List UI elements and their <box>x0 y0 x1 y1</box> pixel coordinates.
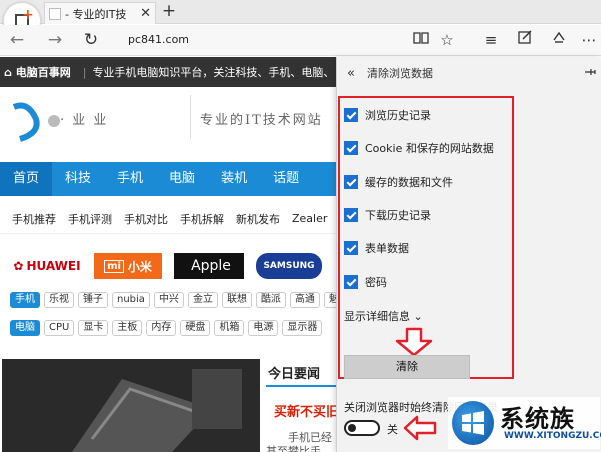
tag[interactable]: 高通 <box>289 292 320 308</box>
more-icon[interactable]: ⋯ <box>578 29 600 51</box>
option-label: 缓存的数据和文件 <box>365 176 453 189</box>
tag[interactable]: 手机 <box>10 292 40 308</box>
site-topbar-text: 专业手机电脑知识平台，关注科技、手机、电脑、 <box>92 66 335 79</box>
tag[interactable]: 乐视 <box>44 292 74 308</box>
checkbox[interactable] <box>344 108 358 122</box>
brand-apple[interactable]: Apple <box>174 253 244 279</box>
watermark-name: 系统族 <box>500 405 575 433</box>
new-tab-button[interactable]: + <box>160 1 178 23</box>
refresh-icon[interactable]: ↻ <box>80 29 102 51</box>
browser-tab[interactable]: - 专业的IT技 ✕ <box>44 2 156 24</box>
brand-samsung[interactable]: SAMSUNG <box>256 253 322 279</box>
nav-item[interactable]: 话题 <box>260 162 312 196</box>
option-cached-data[interactable]: 缓存的数据和文件 <box>344 170 453 194</box>
panel-title: 清除浏览数据 <box>366 67 433 80</box>
phone-tag-row: 手机 乐视 锤子 nubia 中兴 金立 联想 酷派 高通 魅 <box>10 292 348 310</box>
favicon-icon <box>49 7 61 20</box>
checkbox[interactable] <box>344 208 358 222</box>
tag[interactable]: 机箱 <box>214 320 245 336</box>
tag[interactable]: 主板 <box>112 320 143 336</box>
checkbox[interactable] <box>344 141 358 155</box>
brand-xiaomi[interactable]: mi 小米 <box>94 253 162 279</box>
tag[interactable]: 锤子 <box>78 292 108 308</box>
option-download-history[interactable]: 下载历史记录 <box>344 203 431 227</box>
back-chevron-icon[interactable]: « <box>347 66 355 81</box>
option-label: 下载历史记录 <box>365 209 431 222</box>
article-photo[interactable] <box>2 359 260 452</box>
tag[interactable]: 金立 <box>187 292 218 308</box>
nav-item[interactable]: 装机 <box>208 162 260 196</box>
always-clear-toggle[interactable] <box>344 420 380 436</box>
subnav-item[interactable]: 手机拆解 <box>180 211 224 227</box>
tag[interactable]: 联想 <box>221 292 252 308</box>
option-label: Cookie 和保存的网站数据 <box>365 142 494 155</box>
panel-header: « 清除浏览数据 <box>337 57 601 89</box>
checkbox[interactable] <box>344 175 358 189</box>
watermark-url: WWW.XITONGZU.COM <box>504 431 601 441</box>
arrow-down-icon <box>395 327 433 357</box>
nav-item[interactable]: 手机 <box>104 162 156 196</box>
banner-decoration: · 业 业 <box>60 113 109 128</box>
tag[interactable]: 显示器 <box>282 320 323 336</box>
tag[interactable]: nubia <box>112 292 150 308</box>
pc-tag-row: 电脑 CPU 显卡 主板 内存 硬盘 机箱 电源 显示器 <box>10 320 326 338</box>
subnav-item[interactable]: 新机发布 <box>236 211 280 227</box>
toggle-state-label: 关 <box>387 423 398 436</box>
nav-item[interactable]: 首页 <box>0 162 53 196</box>
close-tab-icon[interactable]: ✕ <box>140 6 151 21</box>
headline-link[interactable]: 买新不买旧 <box>274 401 339 420</box>
tab-title: - 专业的IT技 <box>65 7 127 21</box>
show-more-link[interactable]: 显示详细信息 ⌄ <box>344 308 423 324</box>
watermark: 系统族 WWW.XITONGZU.COM <box>448 397 601 449</box>
checkbox[interactable] <box>344 241 358 255</box>
option-cookies[interactable]: Cookie 和保存的网站数据 <box>344 136 494 160</box>
forward-icon[interactable]: → <box>44 29 66 51</box>
subnav-item[interactable]: Zealer <box>292 212 327 225</box>
windows-logo-icon <box>452 401 494 445</box>
option-browsing-history[interactable]: 浏览历史记录 <box>344 103 431 127</box>
headlines-title: 今日要闻 <box>268 367 321 382</box>
option-label: 表单数据 <box>365 242 409 255</box>
hub-icon[interactable]: ≡ <box>480 29 502 51</box>
tag[interactable]: 酷派 <box>255 292 286 308</box>
subnav-item[interactable]: 手机评测 <box>68 211 112 227</box>
tag[interactable]: 电源 <box>248 320 279 336</box>
clear-button[interactable]: 清除 <box>344 355 470 379</box>
site-home-link[interactable]: ⌂ 电脑百事网 <box>4 64 71 80</box>
option-passwords[interactable]: 密码 <box>344 270 387 294</box>
web-note-icon[interactable] <box>514 29 536 51</box>
tab-strip: - 专业的IT技 ✕ + <box>0 0 601 24</box>
brand-huawei[interactable]: ✿ HUAWEI <box>10 253 84 279</box>
tag[interactable]: 内存 <box>146 320 177 336</box>
headline-snippet: 甚至攀比手 <box>266 445 321 452</box>
share-icon[interactable] <box>548 29 570 51</box>
option-label: 浏览历史记录 <box>365 109 431 122</box>
clear-browsing-data-panel: « 清除浏览数据 浏览历史记录 Cookie 和保存的网站数据 缓存的数据和文件… <box>336 57 601 452</box>
back-icon[interactable]: ← <box>6 29 28 51</box>
subnav-item[interactable]: 手机对比 <box>124 211 168 227</box>
tag[interactable]: CPU <box>44 320 75 336</box>
url-field[interactable]: pc841.com <box>128 33 189 46</box>
reading-view-icon[interactable] <box>410 29 432 51</box>
favorite-star-icon[interactable]: ☆ <box>436 29 458 51</box>
checkbox[interactable] <box>344 275 358 289</box>
pin-icon[interactable] <box>584 66 596 81</box>
tag[interactable]: 硬盘 <box>180 320 211 336</box>
tag[interactable]: 中兴 <box>153 292 184 308</box>
option-form-data[interactable]: 表单数据 <box>344 236 409 260</box>
option-label: 密码 <box>365 276 387 289</box>
nav-item[interactable]: 科技 <box>52 162 104 196</box>
tag[interactable]: 电脑 <box>10 320 40 336</box>
address-bar: ← → ↻ pc841.com ☆ ≡ ⋯ <box>0 25 601 56</box>
banner-slogan: 专业的IT技术网站 <box>200 113 323 128</box>
arrow-left-icon <box>403 415 437 441</box>
subnav-item[interactable]: 手机推荐 <box>12 211 56 227</box>
nav-item[interactable]: 电脑 <box>156 162 208 196</box>
tag[interactable]: 显卡 <box>78 320 109 336</box>
